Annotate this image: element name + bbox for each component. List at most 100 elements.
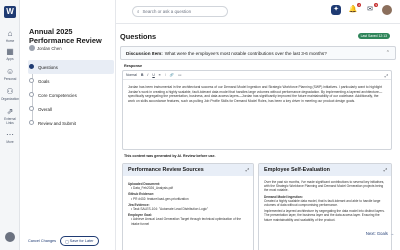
employee-avatar [29, 45, 35, 51]
response-label: Response [124, 64, 143, 68]
next-goals-button[interactable]: Next: Goals → [366, 231, 394, 236]
rail-item-more[interactable]: ⋯ More [0, 130, 20, 145]
user-avatar[interactable] [5, 232, 15, 242]
page-title: Questions [120, 32, 157, 41]
search-placeholder: Search or ask a question [142, 9, 192, 14]
step-label: Questions [38, 64, 58, 70]
inbox-badge: 9 [374, 3, 378, 7]
employee-chip: Jordan Chen [29, 45, 62, 51]
external-links-icon: ⇗ [6, 107, 14, 116]
apps-icon: ▦ [6, 47, 14, 56]
expand-icon[interactable]: ⤢ [385, 73, 388, 78]
step-review-submit[interactable]: Review and Submit [28, 116, 114, 130]
step-core-competencies[interactable]: Core Competencies [28, 88, 114, 102]
uploaded-doc-name: Data_Feb2026_Analysis.pdf [133, 186, 174, 191]
step-label: Core Competencies [38, 92, 77, 98]
ai-generated-note: This content was generated by AI. Review… [124, 154, 216, 158]
italic-button[interactable]: I [147, 73, 148, 77]
arrow-right-icon: → [389, 231, 394, 236]
sources-body: Uploaded Document: • Data_Feb2026_Analys… [123, 176, 253, 230]
self-eval-header: Employee Self-Evaluation ⤢ [259, 164, 391, 176]
rail-label: Apps [6, 57, 14, 61]
goal-item: • Achieve Annual Lead Generation Target … [131, 217, 242, 226]
goal-text: Achieve Annual Lead Generation Target th… [131, 217, 242, 226]
bold-button[interactable]: B [141, 73, 143, 77]
sources-title: Performance Review Sources [128, 167, 204, 173]
numbered-list-icon[interactable]: ⁝ [165, 73, 166, 77]
link-icon[interactable]: 🔗 [170, 73, 174, 77]
save-label: Save for Later [69, 239, 94, 243]
employee-name: Jordan Chen [37, 45, 62, 51]
rail-item-home[interactable]: ⌂ Home [0, 29, 20, 44]
app-rail: W ⌂ Home ▦ Apps ☺ Personal ⚇ Organizatio… [0, 0, 20, 250]
next-label: Next: Goals [365, 231, 388, 236]
last-saved-badge: Last Saved 12:13 [357, 33, 390, 39]
save-for-later-button[interactable]: ▢ Save for Later [60, 236, 99, 246]
rail-item-personal[interactable]: ☺ Personal [0, 67, 20, 82]
rail-item-organization[interactable]: ⚇ Organization [0, 87, 20, 102]
step-dot-icon [29, 106, 34, 111]
rail-label: External Links [4, 117, 16, 125]
save-icon: ▢ [65, 239, 69, 244]
discussion-item[interactable]: Discussion Item: What were the employee'… [120, 46, 396, 60]
step-dot-icon [29, 78, 34, 83]
self-eval-paragraph: Created a highly scalable data model, th… [264, 198, 381, 208]
underline-button[interactable]: U [152, 73, 154, 77]
response-paragraph: Jordan has been instrumental in the arch… [128, 85, 383, 103]
step-dot-icon [29, 64, 34, 69]
rail-item-apps[interactable]: ▦ Apps [0, 47, 20, 62]
sources-header: Performance Review Sources ⤢ [123, 164, 253, 176]
profile-avatar[interactable] [382, 5, 392, 15]
review-nav: Annual 2025 Performance Review Jordan Ch… [20, 0, 116, 250]
discussion-question: What were the employee's most notable co… [164, 50, 327, 56]
rail-item-external-links[interactable]: ⇗ External Links [0, 107, 20, 126]
step-list: Questions Goals Core Competencies Overal… [28, 60, 114, 130]
step-goals[interactable]: Goals [28, 74, 114, 88]
github-evidence-item[interactable]: • PR #402: feature/load-gen-prioritizati… [128, 197, 248, 201]
main-content: Questions Last Saved 12:13 Discussion It… [116, 24, 400, 250]
editor-toolbar: Normal B I U ≡ ⁝ 🔗 ▭ ⤢ [123, 71, 391, 80]
nav-footer: Cancel Changes ▢ Save for Later [20, 232, 116, 250]
person-icon: ☺ [6, 67, 15, 76]
response-text[interactable]: Jordan has been instrumental in the arch… [123, 80, 391, 109]
organization-icon: ⚇ [6, 87, 14, 96]
step-label: Overall [38, 106, 52, 112]
rail-label: Home [5, 39, 15, 43]
jira-evidence-item[interactable]: • Task SALES-104: "Automate Lead Distrib… [128, 207, 248, 211]
home-icon: ⌂ [7, 29, 13, 38]
review-title: Annual 2025 Performance Review [29, 27, 102, 45]
self-eval-intro: Over the past six months, I've made sign… [264, 180, 385, 193]
workday-logo[interactable]: W [4, 6, 16, 18]
search-icon: ⌕ [137, 9, 140, 14]
notification-badge: 2 [357, 3, 361, 7]
inbox-icon[interactable]: ✉ 9 [365, 3, 378, 15]
step-overall[interactable]: Overall [28, 102, 114, 116]
discussion-label: Discussion Item: [126, 50, 163, 56]
expand-icon[interactable]: ⤢ [246, 167, 249, 172]
rail-label: Organization [0, 97, 20, 101]
step-label: Goals [38, 78, 50, 84]
github-evidence-text: PR #402: feature/load-gen-prioritization [133, 196, 189, 201]
bullet-list-icon[interactable]: ≡ [159, 73, 161, 77]
jira-evidence-text: Task SALES-104: "Automate Lead Distribut… [132, 207, 209, 212]
search-input[interactable]: ⌕ Search or ask a question [132, 6, 228, 17]
image-icon[interactable]: ▭ [178, 73, 181, 77]
assistant-icon[interactable]: ✦ [331, 5, 341, 15]
self-evaluation-card: Employee Self-Evaluation ⤢ Over the past… [258, 163, 392, 250]
chevron-up-icon[interactable]: ⌃ [386, 50, 390, 56]
self-eval-body: Over the past six months, I've made sign… [259, 176, 391, 226]
cancel-changes-button[interactable]: Cancel Changes [28, 239, 56, 243]
sources-card: Performance Review Sources ⤢ Uploaded Do… [122, 163, 254, 250]
step-questions[interactable]: Questions [28, 60, 114, 74]
uploaded-doc-link[interactable]: • Data_Feb2026_Analysis.pdf [128, 186, 248, 190]
notifications-icon[interactable]: 🔔 2 [348, 3, 361, 15]
self-eval-paragraph: Implemented a layered architecture by se… [264, 209, 385, 222]
expand-icon[interactable]: ⤢ [384, 167, 387, 172]
step-dot-icon [29, 92, 34, 97]
format-select[interactable]: Normal [126, 73, 137, 77]
more-icon: ⋯ [6, 130, 14, 139]
response-editor[interactable]: Normal B I U ≡ ⁝ 🔗 ▭ ⤢ Jordan has been i… [122, 70, 392, 150]
step-dot-icon [29, 120, 34, 125]
rail-label: More [6, 140, 14, 144]
top-bar: ⌕ Search or ask a question ✦ 🔔 2 ✉ 9 [116, 0, 400, 24]
